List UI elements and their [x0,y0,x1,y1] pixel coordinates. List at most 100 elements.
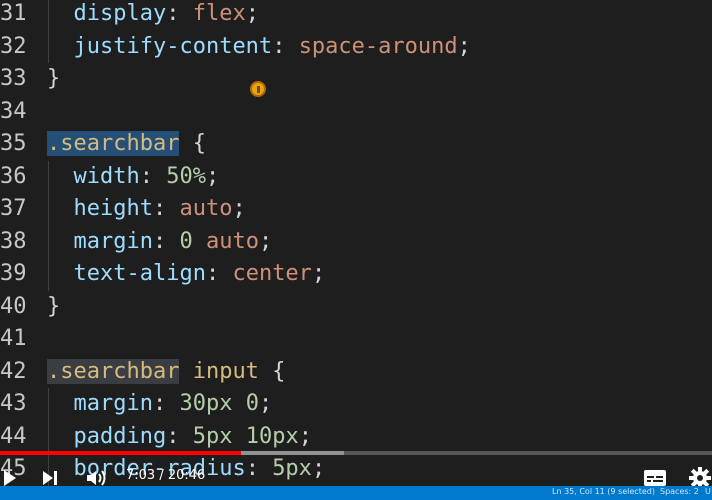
code-text: width: 50%; [47,161,220,193]
code-token: display [73,1,167,26]
code-line[interactable]: 37 height: auto; [0,193,712,226]
code-token: ; [245,1,259,26]
code-token: 5px [272,456,312,481]
code-text: justify-content: space-around; [47,31,471,63]
code-token: margin [73,228,153,254]
code-token: text-align [73,261,206,286]
code-token: auto [179,196,233,221]
code-line[interactable]: 36 width: 50%; [0,160,712,193]
line-number: 41 [0,326,27,351]
code-line[interactable]: 41 [0,323,712,355]
code-line[interactable]: 40} [0,291,712,323]
code-token: ; [311,261,326,286]
code-token: : [245,456,273,481]
indentation[interactable]: Spaces: 2 [660,487,699,496]
code-text: height: auto; [47,193,246,225]
line-number: 36 [0,163,27,189]
code-line[interactable]: 42 .searchbar input { [0,356,712,388]
code-line[interactable]: 44 padding: 5px 10px; [0,420,712,453]
code-token: 10px [245,423,299,449]
code-token: ; [258,228,273,254]
next-icon [43,471,57,485]
code-token: } [47,66,61,91]
code-token: { [258,358,286,384]
code-token: input [192,358,259,384]
code-line[interactable]: 32 justify-content: space-around; [0,30,712,63]
code-token: : [166,1,193,26]
code-text: .searchbar { [47,128,206,160]
code-line[interactable]: 43 margin: 30px 0; [0,388,712,421]
code-token: } [47,293,61,319]
subtitles-icon [644,470,666,486]
code-token: .searchbar [47,358,180,384]
code-token: flex [192,1,246,26]
code-token: .searchbar [47,131,180,156]
line-number: 33 [0,66,27,91]
line-number: 44 [0,423,27,449]
code-text: .searchbar input { [47,356,285,388]
code-line[interactable]: 38 margin: 0 auto; [0,225,712,258]
code-token: : [272,33,299,59]
cursor-position[interactable]: Ln 35, Col 11 (9 selected) [552,487,655,496]
code-token: ; [457,33,471,59]
code-token: ; [258,391,273,416]
line-number: 40 [0,293,27,319]
code-token: 0 [245,391,259,416]
code-text: text-align: center; [47,258,326,290]
code-line[interactable]: 31 display: flex; [0,0,712,31]
line-number: 42 [0,358,27,384]
code-token: height [73,196,153,221]
code-text: } [47,63,60,95]
code-editor[interactable]: 31 display: flex; 32 justify-content: spa… [0,0,712,486]
line-number: 38 [0,228,27,254]
code-token: : [152,228,180,254]
code-token: ; [311,456,326,481]
code-token: : [152,391,180,416]
code-token: 5px [192,423,233,449]
code-token: { [179,131,206,156]
code-token: 0 [179,228,193,254]
code-line[interactable]: 34 [0,96,712,128]
code-token: ; [205,163,220,189]
line-number: 32 [0,33,27,59]
code-token: 50% [166,163,206,189]
code-line[interactable]: 33} [0,63,712,95]
code-token: : [139,163,167,189]
line-number: 31 [0,1,27,26]
code-token: justify-content [73,33,273,59]
code-token: padding [73,423,167,449]
line-number: 34 [0,98,27,124]
code-line[interactable]: 35 .searchbar { [0,128,712,160]
code-token: space-around [298,33,458,59]
code-text: } [47,291,60,323]
line-number: 43 [0,391,27,416]
code-line[interactable]: 39 text-align: center; [0,258,712,291]
code-token: margin [73,391,153,416]
code-token: : [205,261,233,286]
play-icon [4,470,16,486]
code-text: margin: 30px 0; [47,388,273,420]
encoding[interactable]: U [705,487,711,496]
code-token: width [73,163,140,189]
line-number: 37 [0,196,27,221]
code-token: center [232,261,312,286]
played-bar [0,451,242,455]
video-time: 7:03 / 20:46 [126,468,206,483]
code-token: auto [205,228,259,254]
video-progress-bar[interactable] [0,451,712,455]
mouse-pointer-icon [250,81,266,97]
line-number: 39 [0,261,27,286]
line-number: 35 [0,131,27,156]
code-text: margin: 0 auto; [47,226,273,258]
